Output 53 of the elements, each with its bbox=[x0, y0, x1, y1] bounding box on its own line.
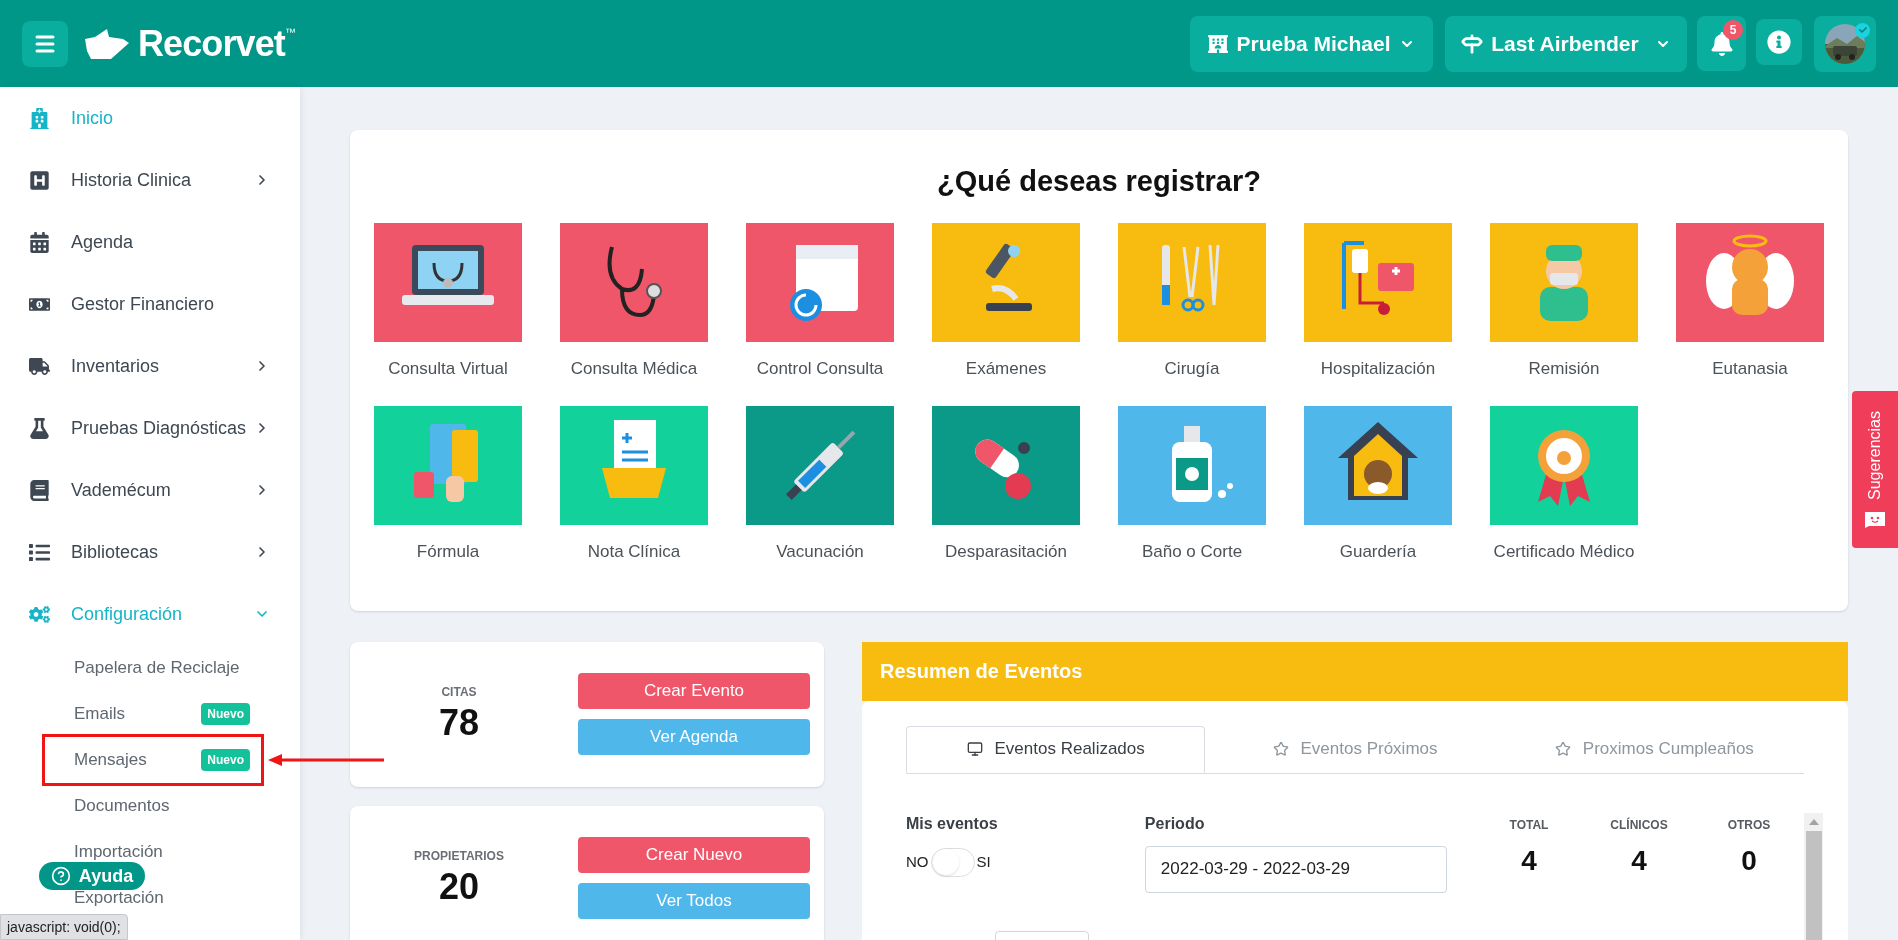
option-label[interactable]: Guardería bbox=[1339, 539, 1417, 565]
total-label: CLÍNICOS bbox=[1610, 816, 1668, 834]
option-label[interactable]: Exámenes bbox=[965, 355, 1047, 381]
status-bar: javascript: void(0); bbox=[0, 914, 128, 940]
option-label[interactable]: Hospitalización bbox=[1320, 355, 1436, 381]
summary-tab[interactable]: Eventos Realizados bbox=[906, 725, 1206, 773]
sidebar-item[interactable]: Agenda bbox=[0, 211, 300, 273]
help-button[interactable]: Ayuda bbox=[39, 862, 145, 890]
notification-count: 5 bbox=[1723, 20, 1743, 40]
option-label[interactable]: Control Consulta bbox=[756, 355, 884, 381]
option-label[interactable]: Nota Clínica bbox=[587, 539, 681, 565]
total-label: OTROS bbox=[1727, 816, 1771, 834]
stat-label: PROPIETARIOS bbox=[414, 848, 504, 865]
total-value: 4 bbox=[1631, 843, 1647, 878]
option-label[interactable]: Consulta Virtual bbox=[388, 355, 508, 381]
new-badge: Nuevo bbox=[201, 703, 250, 725]
option-label[interactable]: Cirugía bbox=[1164, 355, 1220, 381]
submenu-item[interactable]: Papelera de Reciclaje bbox=[74, 655, 250, 681]
option-label[interactable]: Desparasitación bbox=[945, 539, 1067, 565]
stat-value: 20 bbox=[438, 865, 479, 909]
sidebar-item[interactable]: Historia Clinica bbox=[0, 149, 300, 211]
feedback-tab[interactable]: Sugerencias bbox=[1852, 391, 1898, 548]
option-label[interactable]: Vacunación bbox=[776, 539, 864, 565]
option-label[interactable]: Certificado Médico bbox=[1493, 539, 1635, 565]
stat-value: 78 bbox=[438, 701, 479, 745]
toggle-on-label: SI bbox=[976, 851, 991, 872]
summary-title: Resumen de Eventos bbox=[880, 659, 1083, 684]
sidebar-item[interactable]: Bibliotecas bbox=[0, 521, 300, 583]
submenu-item[interactable]: Documentos bbox=[74, 793, 250, 819]
stat-label: CITAS bbox=[441, 684, 477, 701]
option-label[interactable]: Fórmula bbox=[416, 539, 480, 565]
my-events-label: Mis eventos bbox=[906, 813, 999, 834]
sidebar-item[interactable]: Pruebas Diagnósticas bbox=[0, 397, 300, 459]
submenu-item[interactable]: Importación bbox=[74, 839, 250, 865]
trademark: ™ bbox=[284, 25, 296, 38]
total-value: 0 bbox=[1741, 843, 1757, 878]
toggle-off-label: NO bbox=[906, 851, 929, 872]
option-label[interactable]: Consulta Médica bbox=[570, 355, 698, 381]
period-field[interactable]: 2022-03-29 - 2022-03-29 bbox=[1144, 845, 1447, 893]
submenu-item[interactable]: Emails bbox=[74, 701, 202, 727]
total-label: TOTAL bbox=[1509, 816, 1549, 834]
period-label: Periodo bbox=[1144, 813, 1206, 834]
option-label[interactable]: Remisión bbox=[1528, 355, 1600, 381]
total-value: 4 bbox=[1521, 843, 1537, 878]
brand-name: Recorvet bbox=[138, 21, 285, 66]
option-label[interactable]: Baño o Corte bbox=[1141, 539, 1243, 565]
register-title: ¿Qué deseas registrar? bbox=[937, 164, 1261, 199]
sidebar-item[interactable]: Vademécum bbox=[0, 459, 300, 521]
option-label[interactable]: Eutanasia bbox=[1712, 355, 1788, 381]
submenu-item[interactable]: Mensajes bbox=[74, 747, 202, 773]
sidebar-item[interactable]: Inventarios bbox=[0, 335, 300, 397]
sidebar-item[interactable]: Gestor Financiero bbox=[0, 273, 300, 335]
new-badge: Nuevo bbox=[201, 749, 250, 771]
